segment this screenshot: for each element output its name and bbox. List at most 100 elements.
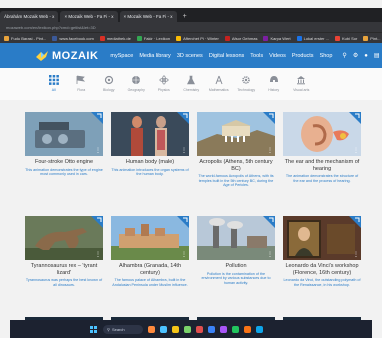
content-card[interactable]: ⋮ Leonardo da Vinci's workshop (Florence,… — [283, 216, 361, 287]
taskbar-search[interactable]: ⚲ Search — [103, 324, 143, 334]
more-options-icon[interactable]: ⋮ — [353, 148, 359, 154]
more-options-icon[interactable]: ⋮ — [181, 252, 187, 258]
card-title[interactable]: Four-stroke Otto engine — [25, 159, 103, 166]
bookmark-item[interactable]: Lokal erster ... — [296, 35, 329, 41]
category-biology[interactable]: Biology — [95, 68, 123, 92]
content-card[interactable]: ⋮ Pollution Pollution is the contamination… — [197, 216, 275, 285]
taskbar-app-icon[interactable] — [184, 325, 191, 333]
bookmark-label: Karpa Wert — [270, 35, 291, 41]
settings-icon[interactable]: ⚙ — [353, 52, 358, 59]
new-tab-button[interactable]: + — [179, 11, 191, 22]
corner-badge-icon — [349, 112, 361, 124]
content-card[interactable]: ⋮ Acropolis (Athens, 5th century BC) The w… — [197, 112, 275, 188]
nav-myspace[interactable]: mySpace — [110, 53, 133, 59]
content-card[interactable]: ⋮ The ear and the mechanism of hearing The… — [283, 112, 361, 183]
category-physics[interactable]: Physics — [150, 68, 178, 92]
browser-tab-1[interactable]: Ábrahám Mozaik Web - x — [0, 11, 59, 22]
bookmark-item[interactable]: Fakir · Lexikon — [136, 35, 170, 41]
content-card[interactable]: ⋮ Tyrannosaurus rex – 'tyrant lizard' Tyra… — [25, 216, 103, 287]
category-technology[interactable]: Technology — [233, 68, 261, 92]
bookmark-favicon-icon — [363, 35, 369, 41]
bookmark-favicon-icon — [136, 35, 142, 41]
bookmark-label: www.facebook.com — [59, 35, 94, 41]
card-title[interactable]: Acropolis (Athens, 5th century BC) — [197, 159, 275, 172]
search-label: Search — [111, 326, 125, 332]
nav-videos[interactable]: Videos — [269, 53, 286, 59]
bookmark-item[interactable]: Kubi Sor — [334, 35, 357, 41]
card-title[interactable]: The ear and the mechanism of hearing — [283, 159, 361, 172]
category-all[interactable]: All — [40, 68, 68, 92]
corner-badge-icon — [349, 216, 361, 228]
card-thumbnail[interactable]: ⋮ — [197, 112, 275, 156]
search-icon: ⚲ — [107, 326, 110, 332]
category-history[interactable]: History — [260, 68, 288, 92]
helmet-icon — [268, 74, 280, 86]
card-thumbnail[interactable]: ⋮ — [25, 112, 103, 156]
bookmark-item[interactable]: Karpa Wert — [263, 35, 291, 41]
card-title[interactable]: Leonardo da Vinci's workshop (Florence, … — [283, 263, 361, 276]
taskbar-app-icon[interactable] — [232, 325, 239, 333]
more-options-icon[interactable]: ⋮ — [95, 252, 101, 258]
card-title[interactable]: Tyrannosaurus rex – 'tyrant lizard' — [25, 263, 103, 276]
nav-shop[interactable]: Shop — [320, 53, 333, 59]
card-thumbnail[interactable]: ⋮ — [111, 216, 189, 260]
nav-3d-scenes[interactable]: 3D scenes — [177, 53, 203, 59]
more-options-icon[interactable]: ⋮ — [181, 148, 187, 154]
bookmark-item[interactable]: www.facebook.com — [52, 35, 94, 41]
taskbar-app-icon[interactable] — [256, 325, 263, 333]
card-title[interactable]: Pollution — [197, 263, 275, 270]
search-icon[interactable]: ⚲ — [342, 52, 346, 59]
bookmark-label: Fudu Barasi - Pint... — [11, 35, 47, 41]
taskbar-app-icon[interactable] — [244, 325, 251, 333]
card-thumbnail[interactable]: ⋮ — [197, 216, 275, 260]
taskbar-app-icon[interactable] — [172, 325, 179, 333]
user-icon[interactable]: ● — [364, 53, 368, 59]
bookmarks-bar: Fudu Barasi - Pint... www.facebook.com med… — [0, 32, 382, 43]
cart-icon[interactable]: ▤ — [374, 52, 380, 59]
card-thumbnail[interactable]: ⋮ — [283, 216, 361, 260]
card-thumbnail[interactable]: ⋮ — [111, 112, 189, 156]
category-label: Technology — [237, 88, 256, 92]
browser-tab-2[interactable]: × Mozaik Web - Fa Fi - x — [60, 11, 118, 22]
taskbar-app-icon[interactable] — [148, 325, 155, 333]
bookmark-item[interactable]: Pint... — [363, 35, 381, 41]
nav-digital-lessons[interactable]: Digital lessons — [209, 53, 244, 59]
flask-icon — [185, 74, 197, 86]
more-options-icon[interactable]: ⋮ — [267, 252, 273, 258]
nav-media-library[interactable]: Media library — [139, 53, 170, 59]
card-description: Pollution is the contamination of the en… — [201, 271, 271, 285]
category-chemistry[interactable]: Chemistry — [178, 68, 206, 92]
taskbar-app-icon[interactable] — [196, 325, 203, 333]
card-thumbnail[interactable]: ⋮ — [25, 216, 103, 260]
more-options-icon[interactable]: ⋮ — [95, 148, 101, 154]
bookmark-item[interactable]: mediathek.de — [99, 35, 131, 41]
content-card[interactable]: ⋮ Alhambra (Granada, 14th century) The fam… — [111, 216, 189, 287]
compass-icon — [213, 74, 225, 86]
windows-start-icon[interactable] — [90, 325, 97, 333]
taskbar-app-icon[interactable] — [208, 325, 215, 333]
card-thumbnail[interactable]: ⋮ — [283, 112, 361, 156]
taskbar-app-icon[interactable] — [160, 325, 167, 333]
content-card[interactable]: ⋮ Human body (male) This animation introdu… — [111, 112, 189, 177]
category-label: Physics — [157, 88, 170, 92]
card-title[interactable]: Human body (male) — [111, 159, 189, 166]
category-mathematics[interactable]: Mathematics — [205, 68, 233, 92]
content-card[interactable]: ⋮ Four-stroke Otto engine This animation d… — [25, 112, 103, 177]
card-description: The world-famous Acropolis of Athens, wi… — [198, 174, 274, 188]
category-flora[interactable]: Flora — [68, 68, 96, 92]
category-visual-arts[interactable]: Visual arts — [288, 68, 316, 92]
nav-products[interactable]: Products — [292, 53, 314, 59]
more-options-icon[interactable]: ⋮ — [353, 252, 359, 258]
bookmark-item[interactable]: Afsor Gehmas — [224, 35, 257, 41]
address-bar[interactable]: mozaweb.com/en/lexikon.php?cmd=getlist&l… — [0, 22, 382, 32]
category-label: Chemistry — [183, 88, 200, 92]
nav-tools[interactable]: Tools — [250, 53, 263, 59]
card-title[interactable]: Alhambra (Granada, 14th century) — [111, 263, 189, 276]
browser-tab-3[interactable]: × Mozaik Web - Fa Fi - x — [119, 11, 177, 22]
category-geography[interactable]: Geography — [123, 68, 151, 92]
mozaik-logo[interactable]: MOZAIK — [35, 50, 98, 62]
taskbar-app-icon[interactable] — [220, 325, 227, 333]
bookmark-item[interactable]: Fudu Barasi - Pint... — [4, 35, 47, 41]
more-options-icon[interactable]: ⋮ — [267, 148, 273, 154]
bookmark-item[interactable]: Afterchet Pi · Winter — [176, 35, 219, 41]
